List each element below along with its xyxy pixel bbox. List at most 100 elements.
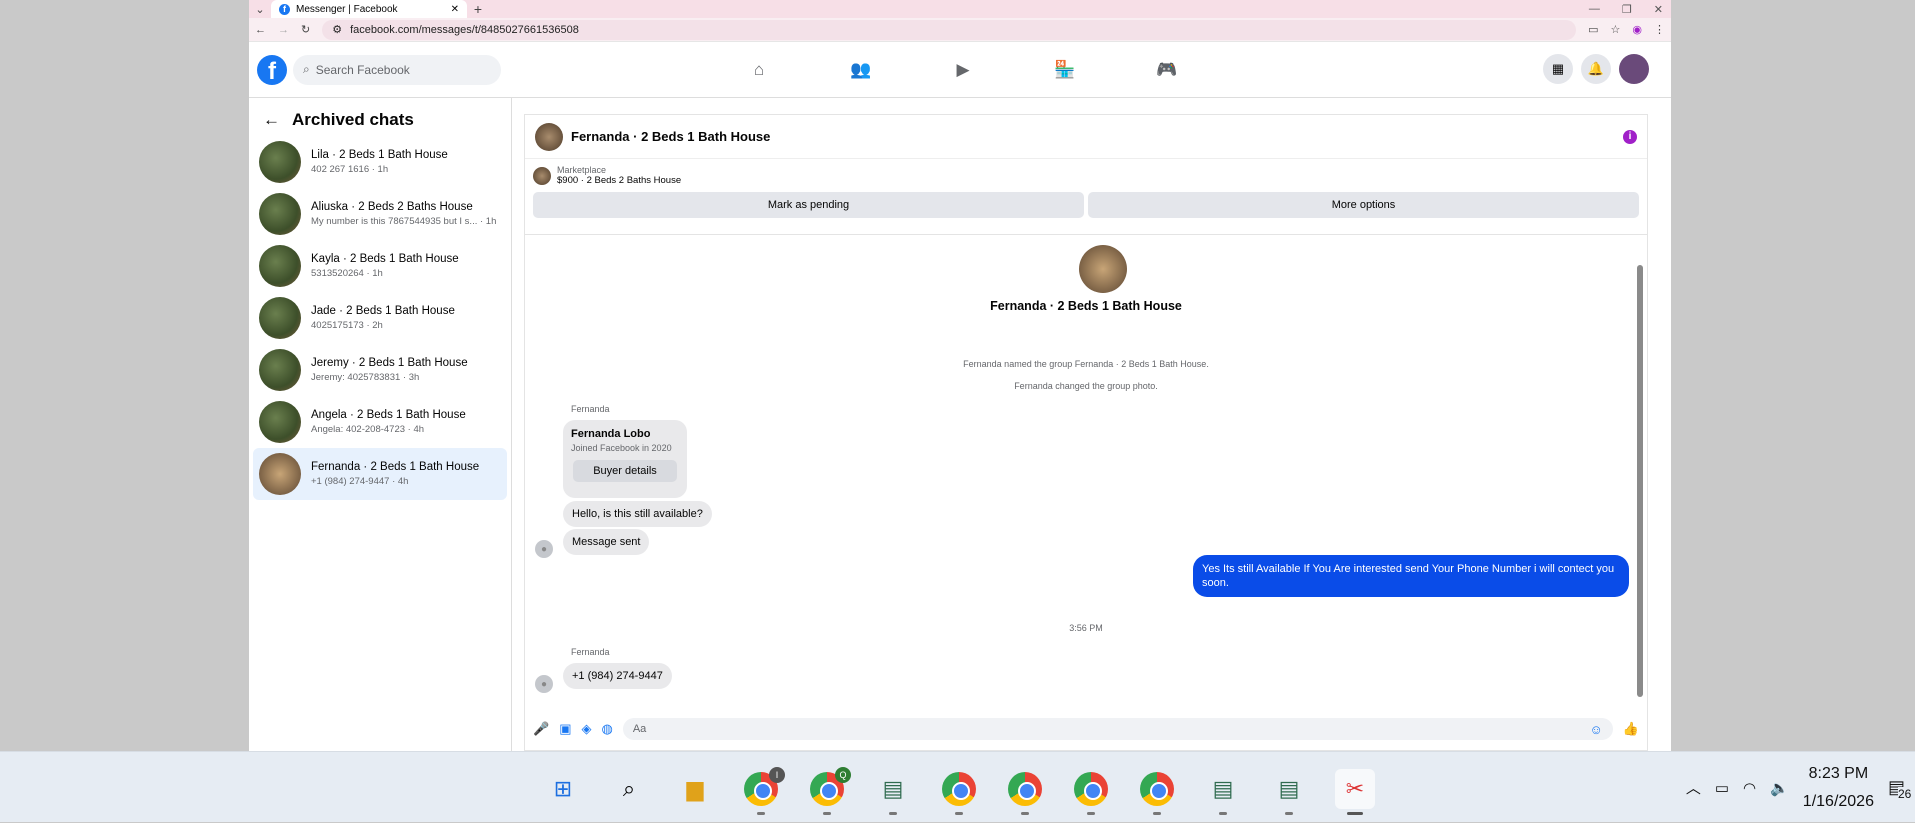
chrome-icon[interactable] — [1071, 769, 1111, 815]
chat-name: Lila · 2 Beds 1 Bath House — [311, 149, 448, 161]
chat-item[interactable]: Jade · 2 Beds 1 Bath House 4025175173 · 2… — [253, 292, 507, 344]
file-explorer-icon[interactable]: ▆ — [675, 769, 715, 809]
tab-strip: ⌄ f Messenger | Facebook ✕ + — ❐ ✕ — [249, 0, 1671, 18]
maximize-icon[interactable]: ❐ — [1622, 3, 1632, 16]
photo-icon[interactable]: ▣ — [559, 721, 571, 737]
like-thumb-icon[interactable]: 👍 — [1623, 721, 1639, 737]
close-window-icon[interactable]: ✕ — [1654, 3, 1663, 16]
clock[interactable]: 8:23 PM 1/16/2026 — [1803, 760, 1874, 816]
chat-preview: 5313520264 · 1h — [311, 268, 383, 279]
more-options-button[interactable]: More options — [1088, 192, 1639, 218]
reload-icon[interactable]: ↻ — [301, 23, 310, 36]
notification-count: 26 — [1897, 787, 1912, 801]
app-window-icon[interactable]: ▤ — [1269, 769, 1309, 815]
system-tray: ︿ ▭ ◠ 🔈 8:23 PM 1/16/2026 ▤ 26 — [1686, 752, 1915, 823]
chat-item[interactable]: Angela · 2 Beds 1 Bath House Angela: 402-… — [253, 396, 507, 448]
microphone-icon[interactable]: 🎤 — [533, 721, 549, 737]
notifications-icon[interactable]: ▤ 26 — [1888, 777, 1912, 801]
message-bubble: Message sent — [563, 529, 650, 555]
conversation-title[interactable]: Fernanda · 2 Beds 1 Bath House — [571, 129, 1615, 144]
address-bar-row: ← → ↻ ⚙ facebook.com/messages/t/84850276… — [249, 18, 1671, 42]
chat-item[interactable]: Kayla · 2 Beds 1 Bath House 5313520264 · … — [253, 240, 507, 292]
message-thread: Fernanda · 2 Beds 1 Bath House Fernanda … — [525, 234, 1647, 704]
person-avatar-icon: ● — [535, 540, 553, 558]
gaming-icon[interactable]: 🎮 — [1147, 60, 1187, 80]
back-icon[interactable]: ← — [255, 24, 266, 36]
url-text: facebook.com/messages/t/8485027661536508 — [350, 23, 579, 36]
chevron-up-icon[interactable]: ︿ — [1686, 777, 1701, 798]
tab-list-icon[interactable]: ⌄ — [249, 3, 271, 16]
snipping-tool-icon[interactable]: ✂ — [1335, 769, 1375, 815]
chat-item[interactable]: Aliuska · 2 Beds 2 Baths House My number … — [253, 188, 507, 240]
header-actions: ▦ 🔔 — [1543, 54, 1649, 84]
avatar — [259, 193, 301, 235]
volume-icon[interactable]: 🔈 — [1770, 779, 1789, 797]
facebook-header: f ⌕ Search Facebook ⌂ 👥 ▶ 🏪 🎮 ▦ 🔔 — [249, 42, 1671, 98]
friends-icon[interactable]: 👥 — [841, 60, 881, 80]
listing-thumbnail — [533, 166, 551, 185]
wifi-icon[interactable]: ◠ — [1743, 779, 1756, 797]
app-window-icon[interactable]: ▤ — [873, 769, 913, 815]
chat-item[interactable]: Lila · 2 Beds 1 Bath House 402 267 1616 ·… — [253, 136, 507, 188]
chat-item-active[interactable]: Fernanda · 2 Beds 1 Bath House +1 (984) 2… — [253, 448, 507, 500]
chrome-icon[interactable] — [939, 769, 979, 815]
sender-name: Fernanda — [571, 647, 610, 657]
search-placeholder: Search Facebook — [315, 62, 410, 77]
marketplace-label: Marketplace — [557, 165, 607, 175]
marketplace-listing[interactable]: Marketplace $900 · 2 Beds 2 Baths House — [525, 159, 1647, 186]
windows-taskbar: ⊞ ⌕ ▆ I Q ▤ ▤ ▤ ✂ ︿ ▭ ◠ 🔈 8:23 PM 1/16/2… — [0, 751, 1915, 822]
menu-dots-icon[interactable]: ⋮ — [1654, 23, 1665, 36]
home-icon[interactable]: ⌂ — [739, 60, 779, 80]
forward-icon[interactable]: → — [278, 24, 289, 36]
search-icon[interactable]: ⌕ — [609, 769, 649, 809]
avatar — [259, 245, 301, 287]
message-input[interactable]: Aa ☺ — [622, 718, 1613, 740]
url-field[interactable]: ⚙ facebook.com/messages/t/84850276615365… — [322, 19, 1577, 40]
search-input[interactable]: ⌕ Search Facebook — [293, 54, 501, 85]
chat-item[interactable]: Jeremy · 2 Beds 1 Bath House Jeremy: 4025… — [253, 344, 507, 396]
message-placeholder: Aa — [632, 723, 647, 735]
outgoing-message-bubble: Yes Its still Available If You Are inter… — [1193, 555, 1629, 597]
archived-chats-sidebar: ← Archived chats Lila · 2 Beds 1 Bath Ho… — [249, 98, 512, 751]
buyer-details-button[interactable]: Buyer details — [573, 460, 677, 482]
window-controls: — ❐ ✕ — [1589, 0, 1663, 18]
chrome-icon[interactable]: Q — [807, 767, 851, 815]
chrome-icon[interactable]: I — [741, 767, 785, 815]
cast-icon[interactable]: ▭ — [1588, 23, 1598, 36]
chrome-icon[interactable] — [1005, 769, 1045, 815]
browser-window: ⌄ f Messenger | Facebook ✕ + — ❐ ✕ ← → ↻… — [249, 0, 1671, 751]
chrome-badge: I — [769, 767, 785, 783]
message-bubble: +1 (984) 274-9447 — [563, 663, 672, 689]
minimize-icon[interactable]: — — [1589, 3, 1600, 15]
system-message: Fernanda changed the group photo. — [1014, 381, 1158, 391]
facebook-favicon-icon: f — [279, 3, 290, 15]
chrome-icon[interactable] — [1137, 769, 1177, 815]
new-tab-icon[interactable]: + — [467, 1, 489, 17]
profile-icon[interactable]: ◉ — [1632, 23, 1642, 36]
notifications-bell-icon[interactable]: 🔔 — [1581, 54, 1611, 84]
avatar[interactable] — [535, 122, 563, 151]
menu-grid-icon[interactable]: ▦ — [1543, 54, 1573, 84]
emoji-icon[interactable]: ☺ — [1590, 722, 1603, 737]
chat-preview: Angela: 402-208-4723 · 4h — [311, 424, 425, 435]
marketplace-icon[interactable]: 🏪 — [1045, 60, 1085, 80]
facebook-logo-icon[interactable]: f — [257, 54, 287, 85]
mark-as-pending-button[interactable]: Mark as pending — [533, 192, 1084, 218]
site-info-icon[interactable]: ⚙ — [332, 23, 342, 36]
gif-icon[interactable]: ◍ — [601, 721, 612, 737]
info-icon[interactable]: i — [1623, 129, 1637, 144]
close-tab-icon[interactable]: ✕ — [451, 4, 459, 15]
sticker-icon[interactable]: ◈ — [581, 721, 591, 737]
buyer-card: Fernanda Lobo Joined Facebook in 2020 Bu… — [563, 420, 687, 498]
app-window-icon[interactable]: ▤ — [1203, 769, 1243, 815]
back-arrow-icon[interactable]: ← — [263, 110, 280, 130]
browser-tab[interactable]: f Messenger | Facebook ✕ — [271, 0, 467, 18]
search-icon: ⌕ — [303, 62, 310, 76]
video-icon[interactable]: ▶ — [943, 60, 983, 80]
bookmark-star-icon[interactable]: ☆ — [1611, 23, 1621, 36]
account-avatar[interactable] — [1619, 54, 1649, 84]
start-windows-icon[interactable]: ⊞ — [543, 769, 583, 809]
battery-icon[interactable]: ▭ — [1715, 779, 1729, 797]
chat-name: Fernanda · 2 Beds 1 Bath House — [311, 461, 480, 473]
chat-name: Aliuska · 2 Beds 2 Baths House — [311, 201, 473, 213]
